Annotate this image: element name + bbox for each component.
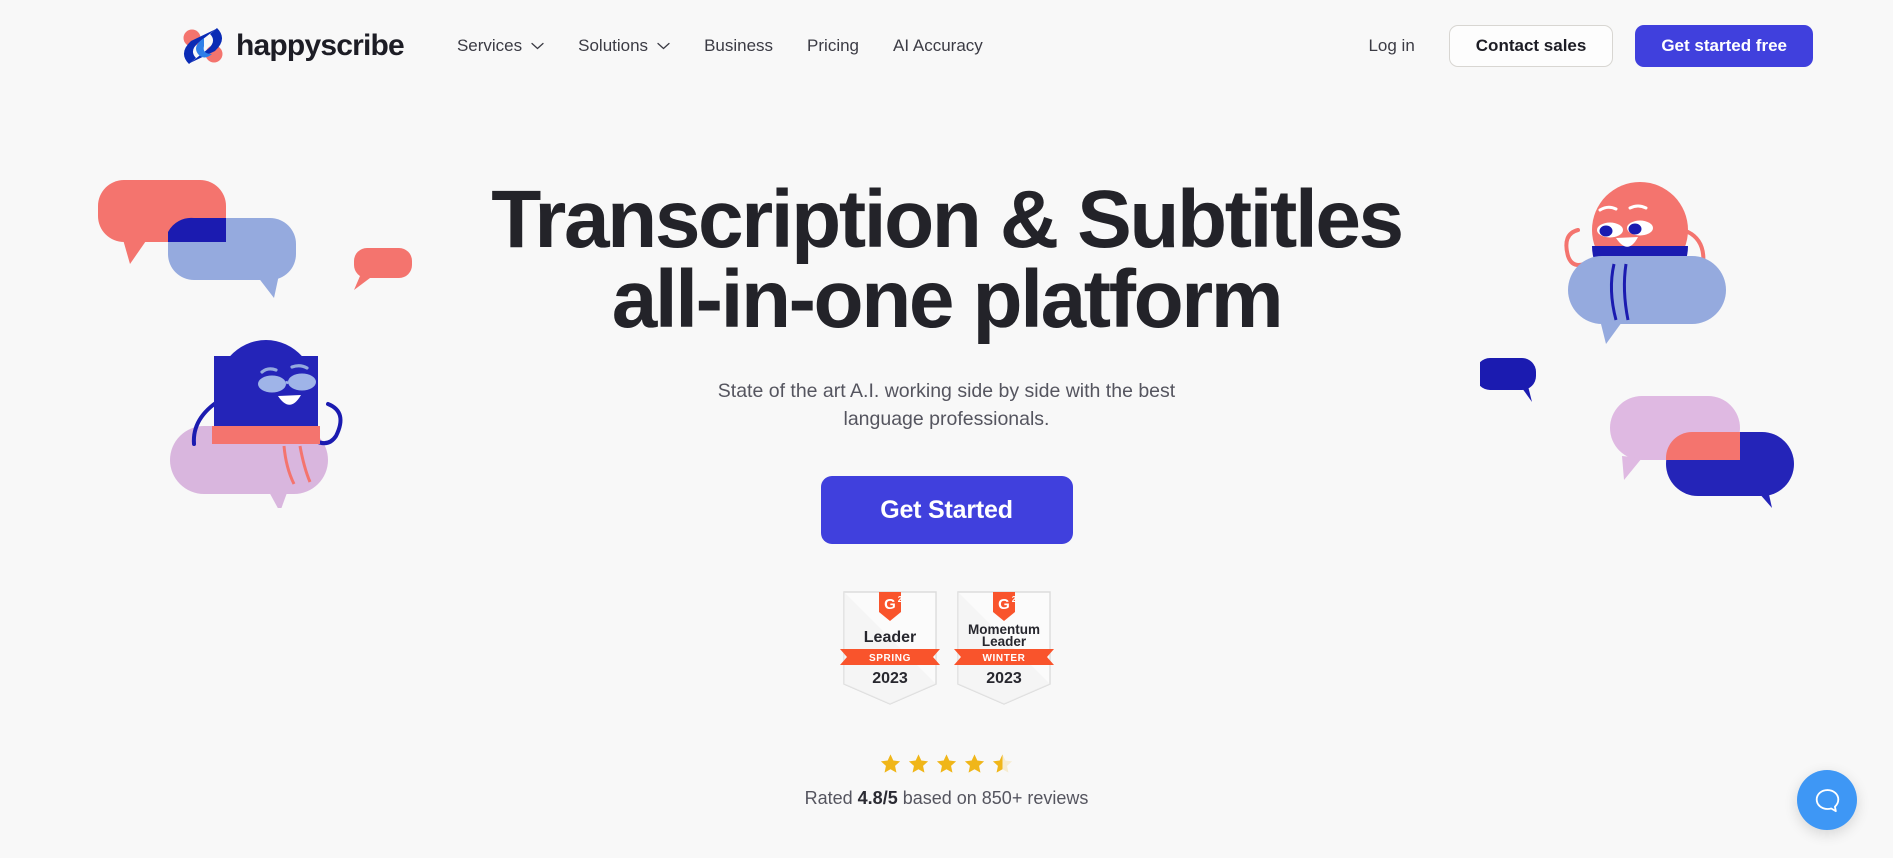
- badge-title-line-2: Leader: [981, 634, 1026, 649]
- g2-badges: G 2 Leader SPRING 2023 G 2 Momentum Lead…: [838, 588, 1056, 708]
- rating-score: 4.8/5: [857, 788, 898, 809]
- login-link[interactable]: Log in: [1352, 26, 1430, 66]
- g2-icon: G: [884, 596, 896, 613]
- chevron-down-icon: [531, 42, 544, 50]
- svg-text:2: 2: [897, 595, 902, 604]
- nav-item-services[interactable]: Services: [440, 26, 561, 66]
- nav-item-pricing[interactable]: Pricing: [790, 26, 876, 66]
- star-icon-half: [992, 754, 1013, 773]
- happyscribe-s-logo-icon: [183, 28, 223, 64]
- rating-stars: [880, 753, 1013, 774]
- nav-label: Solutions: [578, 36, 649, 55]
- g2-icon: G: [998, 596, 1010, 613]
- rating-suffix: based on 850+ reviews: [897, 788, 1089, 809]
- star-icon-full: [908, 754, 929, 773]
- page-title: Transcription & Subtitles all-in-one pla…: [491, 174, 1404, 346]
- badge-year: 2023: [872, 670, 908, 687]
- star-icon-full: [964, 754, 985, 773]
- nav-item-solutions[interactable]: Solutions: [561, 26, 687, 66]
- primary-navigation: Services Solutions Business Pricing AI A…: [440, 26, 1000, 66]
- hero-section: Transcription & Subtitles all-in-one pla…: [0, 92, 1893, 858]
- nav-item-ai-accuracy[interactable]: AI Accuracy: [876, 26, 1000, 66]
- g2-badge-leader-spring[interactable]: G 2 Leader SPRING 2023: [838, 588, 942, 708]
- chat-bubble-icon: [1815, 788, 1839, 812]
- nav-label: Pricing: [807, 36, 860, 55]
- header-actions: Log in Contact sales Get started free: [1352, 25, 1813, 67]
- site-header: happyscribe Services Solutions Business …: [0, 0, 1893, 92]
- rating-text: Rated 4.8/5 based on 850+ reviews: [805, 788, 1089, 809]
- hero-subtitle: State of the art A.I. working side by si…: [717, 379, 1176, 430]
- nav-item-business[interactable]: Business: [687, 26, 790, 66]
- page-title-line-1: Transcription & Subtitles: [491, 174, 1404, 265]
- nav-label: AI Accuracy: [893, 36, 983, 55]
- support-chat-beacon-button[interactable]: [1797, 770, 1857, 830]
- page-title-line-2: all-in-one platform: [611, 254, 1284, 346]
- badge-year: 2023: [986, 670, 1022, 687]
- nav-label: Business: [704, 36, 774, 55]
- get-started-button[interactable]: Get Started: [820, 476, 1073, 545]
- brand-name: happyscribe: [236, 29, 405, 62]
- badge-season: WINTER: [982, 653, 1025, 664]
- get-started-free-button[interactable]: Get started free: [1635, 25, 1813, 67]
- badge-season: SPRING: [869, 653, 911, 664]
- nav-label: Services: [456, 36, 523, 55]
- brand-logo-link[interactable]: happyscribe: [180, 24, 405, 68]
- rating-prefix: Rated: [804, 788, 858, 809]
- star-icon-full: [936, 754, 957, 773]
- star-icon-full: [880, 754, 901, 773]
- badge-title: Leader: [863, 629, 915, 646]
- g2-badge-momentum-leader-winter[interactable]: G 2 Momentum Leader WINTER 2023: [952, 588, 1056, 708]
- contact-sales-button[interactable]: Contact sales: [1448, 25, 1614, 67]
- svg-text:2: 2: [1011, 595, 1016, 604]
- chevron-down-icon: [657, 42, 670, 50]
